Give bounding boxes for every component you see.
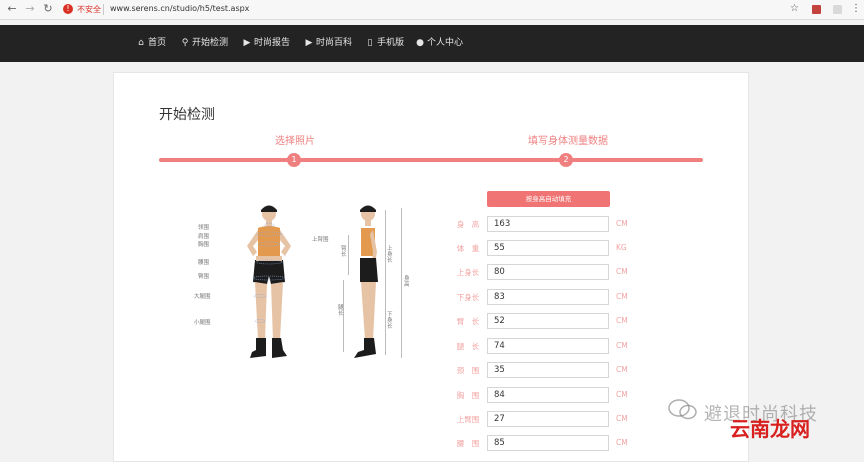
weight-input[interactable]: 55 [487,240,609,256]
field-row-upper-arm: 上臂围 27 CM [452,411,642,427]
label-upper-arm: 上臂围 [312,237,329,243]
field-row-neck: 颈 围 35 CM [452,362,642,378]
step-marker-1[interactable]: 1 [287,153,301,167]
label-calf: 小腿围 [194,320,211,326]
waist-circumference-input[interactable]: 85 [487,435,609,451]
forward-arrow-icon[interactable]: → [24,3,36,15]
nav-item-fashion-report[interactable]: ▶ 时尚报告 [242,37,290,49]
lower-body-length-input[interactable]: 83 [487,289,609,305]
extension-icon[interactable] [833,5,842,14]
auto-fill-by-height-button[interactable]: 按身高自动填充 [487,191,610,207]
arm-length-input[interactable]: 52 [487,313,609,329]
label-shoulder-width: 肩围 [198,234,210,240]
step-label-fill-measurements[interactable]: 填写身体测量数据 [528,132,608,147]
field-unit: CM [616,365,628,374]
wechat-logo-icon [668,399,697,420]
label-arm-length: 臂长 [341,246,347,258]
field-row-leg-length: 腿 长 74 CM [452,338,642,354]
nav-item-home[interactable]: ⌂ 首页 [136,37,166,49]
side-body-figure [354,205,378,358]
site-navbar: ⌂ 首页 ⚲ 开始检测 ▶ 时尚报告 ▶ 时尚百科 ▯ 手机版 ● 个人中心 [0,25,864,62]
field-row-waist: 腰 围 85 CM [452,435,642,451]
field-label: 下身长 [456,293,480,302]
step-label-select-photo[interactable]: 选择照片 [275,132,315,147]
upper-body-length-input[interactable]: 80 [487,264,609,280]
reload-icon[interactable]: ↻ [42,3,54,15]
upper-arm-circumference-input[interactable]: 27 [487,411,609,427]
field-label: 体 重 [456,244,480,253]
field-row-weight: 体 重 55 KG [452,240,642,256]
field-label: 腰 围 [456,439,480,448]
field-row-arm-length: 臂 长 52 CM [452,313,642,329]
field-unit: CM [616,267,628,276]
chest-circumference-input[interactable]: 84 [487,387,609,403]
field-unit: CM [616,438,628,447]
user-icon: ● [416,38,424,48]
field-row-upper-body-length: 上身长 80 CM [452,264,642,280]
label-waist: 腰围 [198,260,210,266]
nav-item-mobile[interactable]: ▯ 手机版 [365,37,405,49]
nav-item-fashion-wiki[interactable]: ▶ 时尚百科 [304,37,352,49]
insecure-label[interactable]: 不安全 [77,4,101,15]
nav-label: 首页 [148,38,167,48]
bookmark-star-icon[interactable]: ☆ [790,3,799,14]
extension-icon[interactable] [812,5,821,14]
nav-label: 时尚报告 [254,38,291,48]
field-unit: CM [616,341,628,350]
nav-label: 时尚百科 [316,38,353,48]
search-icon: ⚲ [181,38,189,48]
label-leg-length: 腿长 [338,305,344,317]
field-row-lower-body-length: 下身长 83 CM [452,289,642,305]
neck-circumference-input[interactable]: 35 [487,362,609,378]
arm-length-dimension-line [348,235,349,275]
leg-length-input[interactable]: 74 [487,338,609,354]
nav-item-start-test[interactable]: ⚲ 开始检测 [180,37,228,49]
label-thigh: 大腿围 [194,294,211,300]
field-row-height: 身 高 163 CM [452,216,642,232]
step-marker-2[interactable]: 2 [559,153,573,167]
main-panel [113,72,749,462]
label-height: 身高 [404,276,410,288]
play-icon: ▶ [243,38,251,48]
mobile-icon: ▯ [367,38,373,48]
field-label: 颈 围 [456,366,480,375]
field-unit: CM [616,292,628,301]
field-label: 胸 围 [456,391,480,400]
field-label: 身 高 [456,220,480,229]
warning-icon[interactable]: ! [63,4,73,14]
front-body-figure [247,205,291,358]
field-unit: CM [616,414,628,423]
field-unit: KG [616,243,627,252]
back-arrow-icon[interactable]: ← [6,3,18,15]
progress-bar [159,158,703,162]
field-row-chest: 胸 围 84 CM [452,387,642,403]
browser-toolbar: ← → ↻ ! 不安全 www.serens.cn/studio/h5/test… [0,0,864,20]
nav-label: 手机版 [377,38,405,48]
label-neck-circumference: 领围 [198,225,210,231]
url-separator [103,4,104,15]
field-unit: CM [616,316,628,325]
address-bar[interactable]: www.serens.cn/studio/h5/test.aspx [110,4,249,13]
field-label: 臂 长 [456,317,480,326]
play-icon: ▶ [305,38,313,48]
page-title: 开始检测 [159,107,215,123]
label-lower-body-length: 下身长 [387,312,393,330]
full-height-dimension-line [401,208,402,358]
field-label: 上身长 [456,268,480,277]
nav-label: 开始检测 [192,38,229,48]
height-input[interactable]: 163 [487,216,609,232]
label-chest: 胸围 [198,242,210,248]
field-label: 上臂围 [456,415,480,424]
field-unit: CM [616,390,628,399]
field-label: 腿 长 [456,342,480,351]
label-hip: 臀围 [198,274,210,280]
home-icon: ⌂ [138,38,144,48]
height-dimension-line [385,210,386,355]
field-unit: CM [616,219,628,228]
menu-dots-icon[interactable]: ⋮ [851,3,861,14]
nav-label: 个人中心 [427,38,464,48]
nav-item-user-center[interactable]: ● 个人中心 [415,37,463,49]
watermark-site-text: 云南龙网 [730,417,810,441]
label-upper-body-length: 上身长 [387,246,393,264]
